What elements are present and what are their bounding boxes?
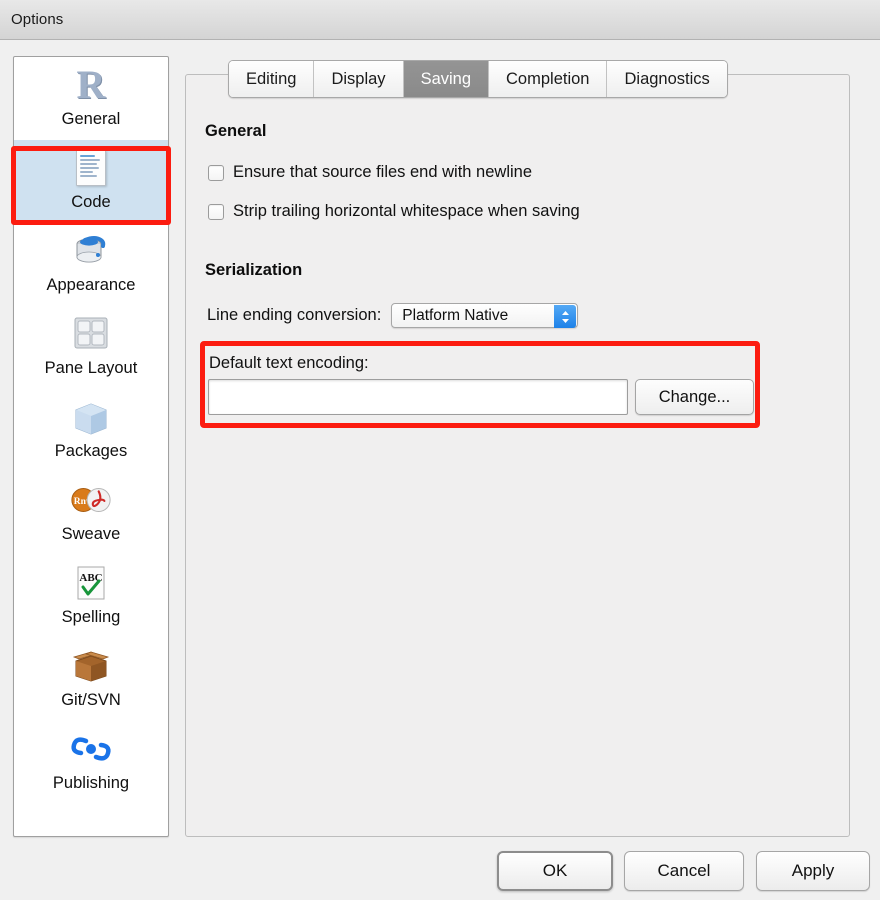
checkbox-label: Strip trailing horizontal whitespace whe…	[233, 202, 580, 221]
window-title-bar: Options	[0, 0, 880, 40]
tab-editing[interactable]: Editing	[229, 61, 314, 97]
serialization-section-heading: Serialization	[205, 261, 302, 280]
sidebar-item-general[interactable]: R General	[14, 57, 168, 140]
window-title: Options	[11, 11, 63, 28]
checkbox-ensure-newline[interactable]	[208, 165, 224, 181]
change-encoding-button[interactable]: Change...	[635, 379, 754, 415]
sidebar-item-label: General	[62, 109, 121, 129]
default-text-encoding-input[interactable]	[208, 379, 628, 415]
checkbox-label: Ensure that source files end with newlin…	[233, 163, 532, 182]
apply-button[interactable]: Apply	[756, 851, 870, 891]
line-ending-conversion-row: Line ending conversion: Platform Native	[207, 303, 578, 328]
tab-completion[interactable]: Completion	[489, 61, 607, 97]
paint-can-icon	[69, 229, 113, 273]
tab-saving[interactable]: Saving	[404, 61, 489, 97]
ok-button[interactable]: OK	[497, 851, 613, 891]
sidebar-item-label: Git/SVN	[61, 690, 121, 710]
sidebar-item-packages[interactable]: Packages	[14, 389, 168, 472]
line-ending-value: Platform Native	[392, 307, 542, 325]
abc-check-icon: ABC	[69, 561, 113, 605]
options-content-panel	[185, 74, 850, 837]
options-category-sidebar[interactable]: R General Code Appearance	[13, 56, 169, 837]
sidebar-item-label: Publishing	[53, 773, 129, 793]
tab-diagnostics[interactable]: Diagnostics	[607, 61, 726, 97]
code-options-tab-bar[interactable]: Editing Display Saving Completion Diagno…	[228, 60, 728, 98]
grid-layout-icon	[69, 312, 113, 356]
sidebar-item-label: Appearance	[47, 275, 136, 295]
sidebar-item-pane-layout[interactable]: Pane Layout	[14, 306, 168, 389]
open-box-icon	[69, 644, 113, 688]
line-ending-select[interactable]: Platform Native	[391, 303, 578, 328]
sidebar-item-label: Sweave	[62, 524, 121, 544]
sidebar-item-code[interactable]: Code	[14, 140, 168, 223]
r-logo-icon: R	[69, 63, 113, 107]
sidebar-item-label: Pane Layout	[45, 358, 138, 378]
line-ending-label: Line ending conversion:	[207, 306, 381, 325]
checkbox-row-ensure-newline[interactable]: Ensure that source files end with newlin…	[208, 163, 532, 182]
checkbox-strip-whitespace[interactable]	[208, 204, 224, 220]
sidebar-item-appearance[interactable]: Appearance	[14, 223, 168, 306]
sidebar-item-git-svn[interactable]: Git/SVN	[14, 638, 168, 721]
tab-display[interactable]: Display	[314, 61, 403, 97]
sidebar-item-label: Spelling	[62, 607, 121, 627]
package-box-icon	[69, 395, 113, 439]
checkbox-row-strip-whitespace[interactable]: Strip trailing horizontal whitespace whe…	[208, 202, 580, 221]
code-document-icon	[69, 146, 113, 190]
sidebar-item-sweave[interactable]: Rnw Sweave	[14, 472, 168, 555]
default-text-encoding-label: Default text encoding:	[209, 354, 369, 373]
rnw-pdf-icon: Rnw	[69, 478, 113, 522]
cancel-button[interactable]: Cancel	[624, 851, 744, 891]
chevron-up-down-icon[interactable]	[554, 305, 576, 328]
sidebar-item-spelling[interactable]: ABC Spelling	[14, 555, 168, 638]
general-section-heading: General	[205, 122, 266, 141]
sidebar-item-label: Code	[71, 192, 110, 212]
publishing-swirl-icon	[69, 727, 113, 771]
sidebar-item-publishing[interactable]: Publishing	[14, 721, 168, 804]
sidebar-item-label: Packages	[55, 441, 127, 461]
